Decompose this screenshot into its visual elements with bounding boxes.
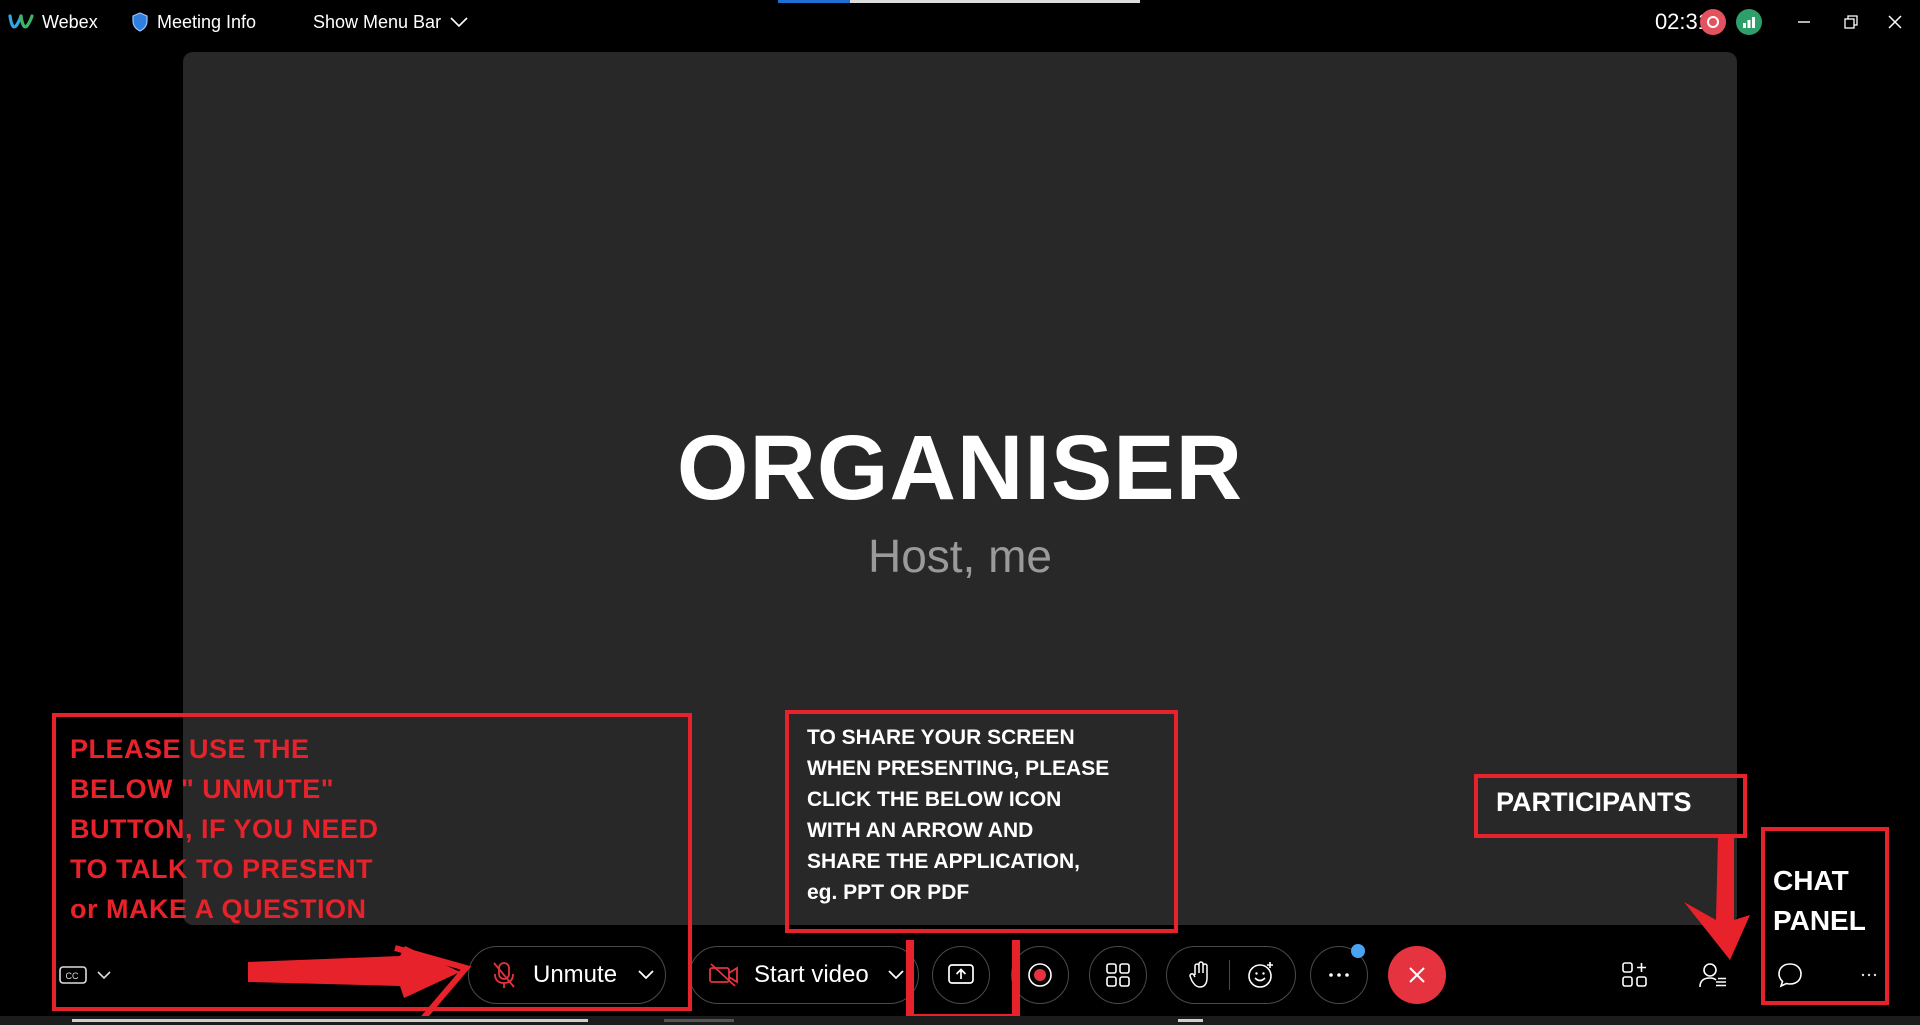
participants-annotation-box: PARTICIPANTS	[1474, 774, 1747, 838]
participants-button[interactable]	[1692, 954, 1734, 996]
taskbar-segment	[72, 1019, 588, 1022]
participant-name: ORGANISER	[676, 417, 1244, 519]
chat-annotation-box: CHAT PANEL	[1761, 827, 1889, 1005]
show-menu-bar-label: Show Menu Bar	[313, 11, 442, 32]
loading-progress-bar	[778, 0, 1140, 3]
layout-button[interactable]	[1089, 946, 1147, 1004]
unmute-annotation-box: PLEASE USE THE BELOW " UNMUTE" BUTTON, I…	[52, 713, 692, 1011]
unmute-annotation-text: PLEASE USE THE BELOW " UNMUTE" BUTTON, I…	[70, 729, 379, 929]
signal-icon[interactable]	[1736, 9, 1762, 35]
webex-logo-icon	[8, 12, 34, 32]
start-video-label: Start video	[754, 961, 869, 988]
divider	[1228, 960, 1230, 990]
taskbar-segment	[664, 1019, 734, 1022]
app-name: Webex	[42, 11, 98, 32]
notification-dot	[1351, 944, 1365, 958]
app-brand: Webex	[8, 0, 98, 44]
share-screen-icon	[947, 963, 975, 987]
restore-icon[interactable]	[1831, 4, 1871, 40]
share-annotation-text: TO SHARE YOUR SCREEN WHEN PRESENTING, PL…	[807, 722, 1109, 908]
start-video-button[interactable]: Start video	[689, 946, 919, 1004]
raise-hand-icon[interactable]	[1188, 961, 1212, 989]
share-note-line: WHEN PRESENTING, PLEASE	[807, 757, 1110, 780]
share-note-line: WITH AN ARROW AND	[807, 819, 1034, 842]
loading-progress-fill	[778, 0, 851, 3]
record-icon	[1027, 962, 1053, 988]
share-note-line: SHARE THE APPLICATION,	[807, 850, 1081, 873]
shield-icon	[131, 12, 149, 32]
unmute-note-line: PLEASE USE THE	[70, 734, 310, 764]
more-options-button[interactable]	[1310, 944, 1368, 1004]
more-icon	[1328, 972, 1350, 978]
close-icon[interactable]	[1875, 4, 1915, 40]
minimize-icon[interactable]	[1784, 4, 1824, 40]
reactions-group	[1166, 946, 1296, 1004]
unmute-note-line: BUTTON, IF YOU NEED	[70, 814, 379, 844]
participants-annotation-label: PARTICIPANTS	[1496, 787, 1692, 817]
meeting-info-button[interactable]: Meeting Info	[131, 0, 256, 44]
chat-annotation-line: CHAT	[1773, 865, 1849, 896]
share-note-line: CLICK THE BELOW ICON	[807, 788, 1062, 811]
recording-icon[interactable]	[1700, 9, 1726, 35]
record-button[interactable]	[1011, 946, 1069, 1004]
participants-icon	[1698, 961, 1728, 989]
end-call-button[interactable]	[1388, 946, 1446, 1004]
unmute-note-line: or MAKE A QUESTION	[70, 894, 367, 924]
participant-role: Host, me	[867, 530, 1053, 582]
layout-grid-icon	[1105, 962, 1131, 988]
apps-button[interactable]	[1614, 954, 1656, 996]
chevron-down-icon	[449, 16, 469, 28]
taskbar-strip	[0, 1016, 1920, 1025]
video-off-icon	[708, 962, 740, 988]
title-bar: Webex Meeting Info Show Menu Bar 02:31	[0, 0, 1920, 44]
chevron-down-icon[interactable]	[887, 969, 905, 981]
reactions-icon[interactable]	[1247, 961, 1275, 989]
unmute-note-line: BELOW " UNMUTE"	[70, 774, 335, 804]
taskbar-segment	[1178, 1019, 1203, 1022]
apps-icon	[1621, 961, 1649, 989]
unmute-note-line: TO TALK TO PRESENT	[70, 854, 374, 884]
show-menu-bar-button[interactable]: Show Menu Bar	[313, 0, 469, 44]
end-call-icon	[1407, 965, 1427, 985]
share-note-line: eg. PPT OR PDF	[807, 881, 970, 904]
chat-annotation-label: CHAT PANEL	[1773, 861, 1866, 941]
share-note-line: TO SHARE YOUR SCREEN	[807, 726, 1075, 749]
chat-annotation-line: PANEL	[1773, 905, 1866, 936]
meeting-info-label: Meeting Info	[157, 11, 257, 32]
share-annotation-box: TO SHARE YOUR SCREEN WHEN PRESENTING, PL…	[785, 710, 1178, 933]
share-screen-button[interactable]	[932, 946, 990, 1004]
